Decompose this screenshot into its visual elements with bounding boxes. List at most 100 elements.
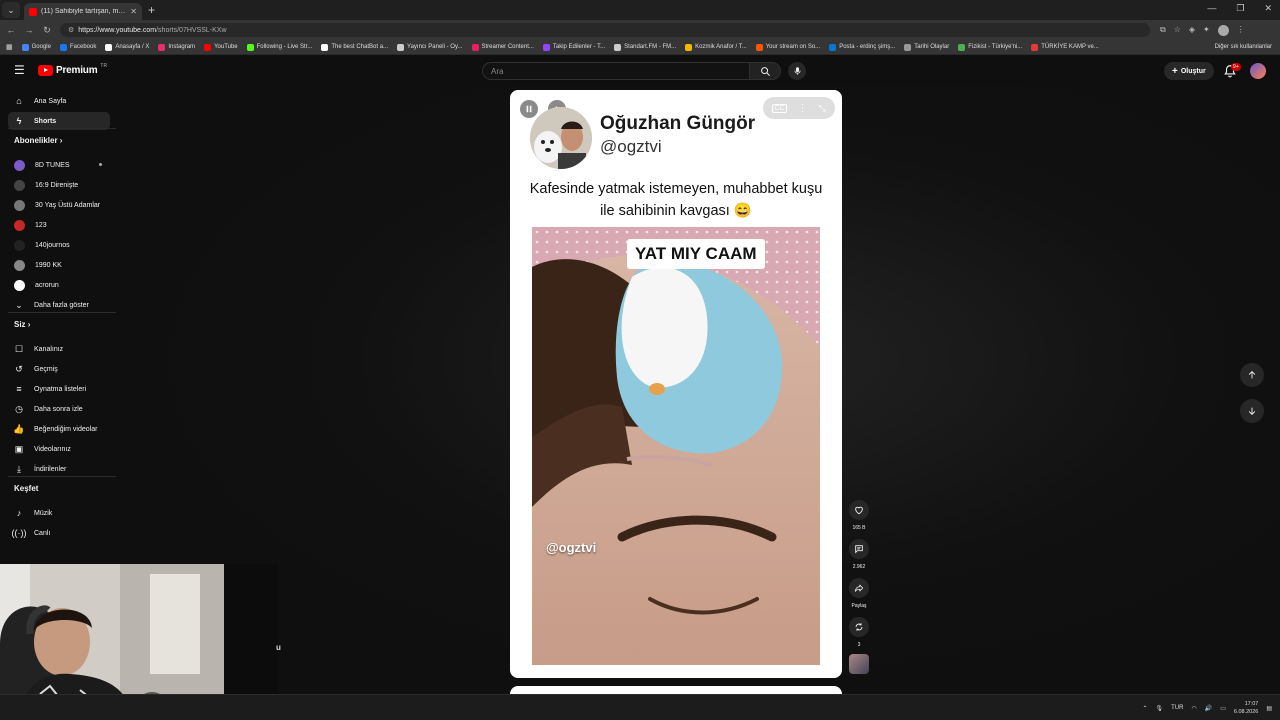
search-button[interactable] <box>749 62 781 80</box>
new-tab-icon[interactable]: + <box>148 3 155 17</box>
share-button[interactable] <box>849 578 869 598</box>
channel-avatar <box>14 279 25 291</box>
sidebar-item-label: Kanalınız <box>34 345 64 353</box>
bookmark-star-icon[interactable]: ☆ <box>1174 25 1181 36</box>
tray-language[interactable]: TUR <box>1171 705 1183 711</box>
channel-avatar <box>14 219 25 231</box>
youtube-premium-logo[interactable]: Premium TR <box>38 63 107 76</box>
reload-icon[interactable]: ↻ <box>40 25 54 36</box>
comments-button[interactable] <box>849 539 869 559</box>
sidebar-item-music[interactable]: ♪ Müzik <box>8 504 110 522</box>
comments-action[interactable]: 2.962 <box>848 539 870 570</box>
fullscreen-icon[interactable]: ⤡ <box>818 103 825 114</box>
remix-button[interactable] <box>849 617 869 637</box>
you-heading[interactable]: Siz › <box>14 320 30 329</box>
video-frame[interactable]: YAT MIY CAAM @ogztvi <box>532 227 820 665</box>
search-input[interactable]: Ara <box>482 62 750 80</box>
sidebar-subscription[interactable]: 16:9 Direnişte <box>8 176 110 194</box>
share-action[interactable]: Paylaş <box>848 578 870 609</box>
tray-mic-icon[interactable]: 🎙 <box>1155 705 1163 712</box>
sidebar-item-watch-later[interactable]: ◷ Daha sonra izle <box>8 400 110 418</box>
next-short-button[interactable] <box>1240 399 1264 423</box>
sidebar-item-label: Beğendiğim videolar <box>34 425 98 433</box>
live-icon: ((·)) <box>11 528 27 538</box>
channel-avatar <box>14 159 25 171</box>
voice-search-button[interactable] <box>788 62 806 80</box>
subscriptions-heading[interactable]: Abonelikler › <box>14 136 62 145</box>
profile-avatar-icon[interactable] <box>1217 24 1229 36</box>
other-bookmarks[interactable]: Diğer sık kullanılanlar <box>1215 44 1272 50</box>
sound-thumbnail[interactable] <box>849 654 869 674</box>
bookmark-item[interactable]: Tarihi Olaylar <box>904 43 950 51</box>
forward-icon[interactable]: → <box>22 25 36 35</box>
sidebar-item-channel[interactable]: ☐ Kanalınız <box>8 340 110 358</box>
battery-icon[interactable]: ▭ <box>1220 705 1226 712</box>
bookmark-item[interactable]: Yayıncı Paneli - Oy... <box>397 43 463 51</box>
bookmark-item[interactable]: Streamer Content... <box>471 43 534 51</box>
sidebar-subscription[interactable]: 140journos <box>8 236 110 254</box>
bookmark-item[interactable]: Fizikist - Türkiye'ni... <box>958 43 1022 51</box>
bookmark-item[interactable]: Facebook <box>59 43 96 51</box>
sidebar-subscription[interactable]: acrorun <box>8 276 110 294</box>
menu-kebab-icon[interactable]: ⋮ <box>1237 25 1245 36</box>
captions-icon[interactable]: CC <box>772 103 787 113</box>
maximize-icon[interactable]: ❐ <box>1236 3 1244 14</box>
close-window-icon[interactable]: ✕ <box>1264 3 1272 14</box>
like-action[interactable]: 165 B <box>848 500 870 531</box>
sidebar-subscription[interactable]: 123 <box>8 216 110 234</box>
channel-avatar <box>14 259 25 271</box>
taskbar-clock[interactable]: 17:07 6.08.2026 <box>1234 700 1258 716</box>
bookmark-item[interactable]: Following - Live Str... <box>246 43 312 51</box>
extension-icon[interactable]: ◈ <box>1189 25 1195 36</box>
bookmark-item[interactable]: Standart.FM - FM... <box>614 43 676 51</box>
more-options-icon[interactable]: ⋮ <box>797 103 807 114</box>
bookmark-item[interactable]: Instagram <box>158 43 195 51</box>
account-avatar[interactable] <box>1250 63 1266 79</box>
create-button[interactable]: + Oluştur <box>1164 62 1214 80</box>
sidebar-subscription[interactable]: 1990 KK <box>8 256 110 274</box>
pause-button[interactable] <box>520 100 538 118</box>
sidebar-subscription[interactable]: 8D TUNES <box>8 156 110 174</box>
apps-grid-icon[interactable]: ▦ <box>6 43 13 51</box>
url-input[interactable]: ⚙ https://www.youtube.com/shorts/07HVSSL… <box>60 23 1150 37</box>
explore-heading[interactable]: Keşfet <box>14 484 38 493</box>
bookmark-item[interactable]: Posta - erdinç şimş... <box>829 43 895 51</box>
bookmark-item[interactable]: Kozmik Anafor / T... <box>685 43 747 51</box>
playlist-icon: ≡ <box>16 384 22 394</box>
wifi-icon[interactable]: ◠ <box>1191 705 1196 712</box>
sidebar-subscription[interactable]: 30 Yaş Üstü Adamlar <box>8 196 110 214</box>
short-video-card[interactable]: CC ⋮ ⤡ Oğuzhan Güngör @ogztvi Kafesinde … <box>510 90 842 678</box>
bookmark-label: Tarihi Olaylar <box>914 44 950 50</box>
like-button[interactable] <box>849 500 869 520</box>
bookmark-favicon-icon <box>614 43 622 51</box>
minimize-icon[interactable]: — <box>1207 3 1216 14</box>
hamburger-menu-icon[interactable]: ☰ <box>14 64 26 76</box>
sidebar-item-home[interactable]: ⌂ Ana Sayfa <box>8 92 110 110</box>
bookmark-item[interactable]: Anasayfa / X <box>105 43 149 51</box>
bookmark-item[interactable]: Takip Edilenler - T... <box>542 43 605 51</box>
remix-action[interactable]: 3 <box>848 617 870 648</box>
bookmark-item[interactable]: YouTube <box>204 43 238 51</box>
notification-center-icon[interactable]: ▤ <box>1266 705 1272 712</box>
tab-search-icon[interactable]: ⌄ <box>2 2 20 18</box>
sidebar-item-history[interactable]: ↺ Geçmiş <box>8 360 110 378</box>
sidebar-item-live[interactable]: ((·)) Canlı <box>8 524 110 542</box>
bookmark-item[interactable]: The best ChatBot a... <box>321 43 388 51</box>
sidebar-item-like[interactable]: 👍 Beğendiğim videolar <box>8 420 110 438</box>
browser-tab[interactable]: (11) Sahibiyle tartışan, muhab... ✕ <box>24 3 142 20</box>
install-app-icon[interactable]: ⧉ <box>1160 25 1166 36</box>
sidebar-item-playlist[interactable]: ≡ Oynatma listeleri <box>8 380 110 398</box>
puzzle-icon[interactable]: ✦ <box>1203 25 1210 36</box>
speaker-icon[interactable]: 🔊 <box>1205 705 1212 712</box>
overlay-text-fragment: u <box>276 643 281 652</box>
tab-close-icon[interactable]: ✕ <box>130 7 137 16</box>
bookmark-item[interactable]: Your stream on So... <box>755 43 820 51</box>
site-info-icon[interactable]: ⚙ <box>68 26 74 34</box>
tray-chevron-icon[interactable]: ⌃ <box>1142 705 1147 712</box>
music-icon: ♪ <box>16 508 22 518</box>
previous-short-button[interactable] <box>1240 363 1264 387</box>
sidebar-item-your-videos[interactable]: ▣ Videolarınız <box>8 440 110 458</box>
bookmark-item[interactable]: Google <box>21 43 51 51</box>
bookmark-item[interactable]: TÜRKİYE KAMP ve... <box>1031 43 1099 51</box>
back-icon[interactable]: ← <box>4 25 18 35</box>
